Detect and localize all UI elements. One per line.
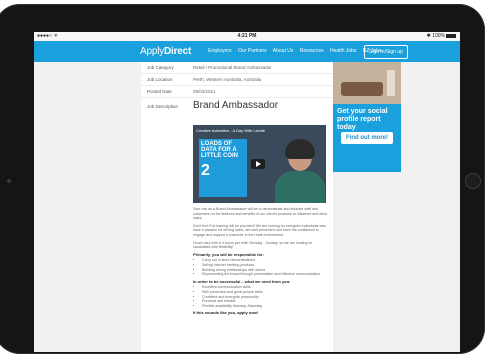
job-description-label: Job Description [147, 104, 179, 109]
nav-link-about[interactable]: About Us [273, 48, 294, 54]
video-person-hair [285, 139, 315, 159]
job-description-text: Your role as a Brand Ambassador will be … [193, 207, 328, 317]
nav-menu: Employers Our Partners About Us Resource… [208, 48, 386, 54]
nav-link-employers[interactable]: Employers [208, 48, 232, 54]
detail-row-category: Job Category Retail / Promotional Brand … [141, 62, 333, 74]
responsibilities-list: Carry out in store demonstrations Sellin… [193, 258, 328, 276]
nav-link-partners[interactable]: Our Partners [238, 48, 267, 54]
home-button[interactable] [465, 173, 481, 189]
logo[interactable]: ApplyDirect [140, 46, 191, 57]
couch-shape [341, 82, 383, 96]
status-time: 4:21 PM [237, 33, 257, 39]
lamp-shape [387, 70, 395, 96]
sidebar-ad: Get your social profile report today Fin… [333, 62, 401, 172]
ad-photo [333, 62, 401, 104]
responsibilities-heading: Primarily, you will be responsible for: [193, 251, 264, 257]
camera-icon [7, 179, 11, 183]
nav-link-health-jobs[interactable]: Health Jobs [330, 48, 356, 54]
job-details-panel: Job Category Retail / Promotional Brand … [141, 62, 333, 352]
closing-line: If this sounds like you, apply now! [193, 310, 259, 316]
requirements-heading: In order to be successful – what we need… [193, 278, 291, 284]
video-person-body [275, 171, 325, 203]
detail-row-posted-date: Posted Date 05/03/2021 [141, 86, 333, 98]
video-player[interactable]: Creative Activation - A Day With Lizette… [193, 125, 326, 203]
find-out-more-button[interactable]: Find out more! [341, 132, 393, 144]
requirements-list: Excellent communication skills Well pres… [193, 285, 328, 308]
ad-headline: Get your social profile report today [337, 108, 388, 131]
video-poster: LOADS OF DATA FOR A LITTLE COIN 2 [199, 139, 247, 197]
top-navigation: ApplyDirect Employers Our Partners About… [34, 41, 460, 62]
sign-in-button[interactable]: Sign In/Sign up [364, 45, 408, 59]
nav-link-resources[interactable]: Resources [300, 48, 324, 54]
detail-row-location: Job Location Perth, Western Australia, A… [141, 74, 333, 86]
status-bar: ●●●●○ ᯤ 4:21 PM ✱ 100% [34, 32, 460, 41]
screen: ●●●●○ ᯤ 4:21 PM ✱ 100% ApplyDirect Emplo… [34, 32, 460, 352]
tablet-frame: ●●●●○ ᯤ 4:21 PM ✱ 100% ApplyDirect Emplo… [0, 4, 485, 354]
video-title: Creative Activation - A Day With Lizette [196, 128, 266, 133]
play-icon[interactable] [251, 159, 265, 169]
list-item: Representing the brand through presentat… [202, 272, 328, 277]
job-title: Brand Ambassador [193, 100, 279, 111]
battery-icon [446, 33, 456, 38]
battery-indicator: ✱ 100% [427, 33, 456, 39]
list-item: Flexible availability Monday–Saturday [202, 304, 328, 309]
